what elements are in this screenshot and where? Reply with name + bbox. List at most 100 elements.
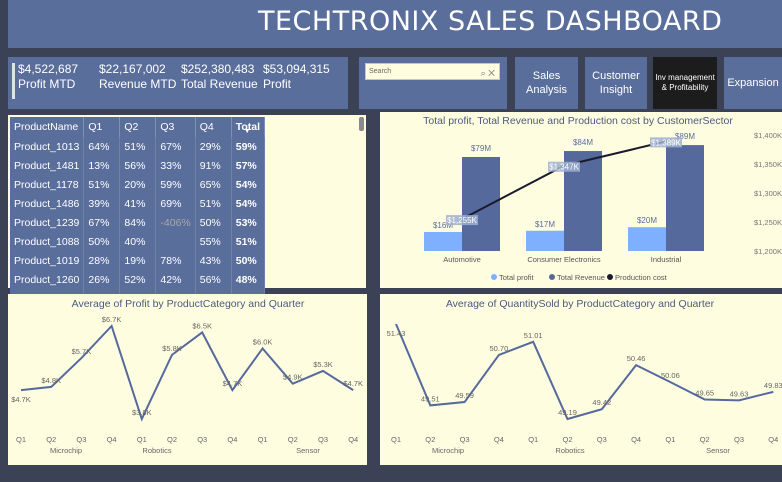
quarter-cell: 55% xyxy=(195,232,232,251)
kpi-profit: $53,094,315 Profit xyxy=(263,62,330,92)
quarter-cell: 42% xyxy=(155,270,196,289)
quarter-cell: 91% xyxy=(195,156,232,175)
table-row[interactable]: Product_1481 13% 56% 33% 91% 57% xyxy=(10,156,266,175)
x-tick-label: Q1 xyxy=(665,435,675,444)
kpi-label: Profit MTD xyxy=(18,77,76,91)
quarter-cell: 26% xyxy=(83,270,121,289)
total-cell: 48% xyxy=(231,270,266,289)
chart-title: Average of Profit by ProductCategory and… xyxy=(72,298,305,310)
x-tick-label: Q1 xyxy=(528,435,538,444)
y2-tick-label: $1,400K xyxy=(754,131,782,140)
table-row[interactable]: Product_1260 26% 52% 42% 56% 48% xyxy=(10,270,266,289)
x-tick-label: Q3 xyxy=(460,435,470,444)
data-label: $4.8K xyxy=(41,376,61,385)
data-label: $4.7K xyxy=(11,395,31,404)
nav-expansion-button[interactable]: Expansion xyxy=(724,57,782,109)
quarter-cell: 69% xyxy=(155,194,196,213)
sort-desc-icon: ▼ xyxy=(243,128,251,135)
quantity-line-chart-panel: Average of QuantitySold by ProductCatego… xyxy=(380,294,782,465)
product-name-cell: Product_1019 xyxy=(10,251,85,270)
kpi-card-group: $4,522,687 Profit MTD $22,167,002 Revenu… xyxy=(8,57,348,109)
quarter-cell: 39% xyxy=(83,194,121,213)
total-cell: 50% xyxy=(231,251,266,270)
x-tick-label: Q2 xyxy=(562,435,572,444)
data-label: $5.3K xyxy=(313,360,333,369)
search-clear-icon[interactable]: ⌕ ✕ xyxy=(481,66,495,81)
column-header-q2[interactable]: Q2 xyxy=(119,117,157,137)
x-tick-label: Q4 xyxy=(768,435,778,444)
bar-total-profit xyxy=(424,231,462,251)
table-row[interactable]: Product_1088 50% 40% 55% 51% xyxy=(10,232,266,251)
data-label: 50.06 xyxy=(661,371,680,380)
data-label: $6.0K xyxy=(253,337,273,346)
data-label: $4.7K xyxy=(223,379,243,388)
search-input[interactable]: Search ⌕ ✕ xyxy=(365,63,500,80)
table-row[interactable]: Product_1019 28% 19% 78% 43% 50% xyxy=(10,251,266,270)
data-label: 49.59 xyxy=(455,391,474,400)
data-label: 49.65 xyxy=(695,388,714,397)
search-placeholder: Search xyxy=(369,68,392,75)
quarter-cell: 41% xyxy=(119,194,157,213)
nav-inventory-profitability-button[interactable]: Inv management & Profitability xyxy=(653,57,717,109)
data-label: 51.01 xyxy=(524,331,543,340)
total-cell: 57% xyxy=(231,156,266,175)
nav-label: Sales Analysis xyxy=(526,70,567,96)
data-label: 51.43 xyxy=(387,329,406,338)
quarter-cell: 67% xyxy=(83,213,121,232)
quarter-cell: 13% xyxy=(83,156,121,175)
legend-label: Total Revenue xyxy=(557,273,605,282)
table-row[interactable]: Product_1486 39% 41% 69% 51% 54% xyxy=(10,194,266,213)
bar-label: $17M xyxy=(535,220,555,229)
table-scrollbar[interactable] xyxy=(359,117,364,131)
quarter-cell: 29% xyxy=(195,137,232,156)
legend-marker xyxy=(549,274,555,280)
quarter-cell: 51% xyxy=(119,137,157,156)
legend-label: Production cost xyxy=(615,273,668,282)
quarter-cell: 67% xyxy=(155,137,196,156)
column-header-q1[interactable]: Q1 xyxy=(83,117,121,137)
data-label: $4.9K xyxy=(283,373,303,382)
quarter-cell: 59% xyxy=(155,175,196,194)
quarter-cell: 50% xyxy=(195,213,232,232)
table-row[interactable]: Product_1013 64% 51% 67% 29% 59% xyxy=(10,137,266,156)
kpi-total-revenue: $252,380,483 Total Revenue xyxy=(181,62,258,92)
column-header-total[interactable]: Total ▼ xyxy=(231,117,266,137)
table-header-row: ProductName Q1 Q2 Q3 Q4 Total ▼ xyxy=(10,117,266,137)
search-panel: Search ⌕ ✕ xyxy=(359,57,507,109)
nav-sales-analysis-button[interactable]: Sales Analysis xyxy=(515,57,578,109)
x-tick-label: Q1 xyxy=(16,435,26,444)
data-label: 50.46 xyxy=(627,354,646,363)
product-name-cell: Product_1481 xyxy=(10,156,85,175)
x-tick-label: Q3 xyxy=(318,435,328,444)
y2-tick-label: $1,350K xyxy=(754,160,782,169)
column-header-productname[interactable]: ProductName xyxy=(10,117,85,137)
total-cell: 59% xyxy=(231,137,266,156)
x-tick-label: Q4 xyxy=(348,435,358,444)
x-tick-label: Q2 xyxy=(425,435,435,444)
kpi-label: Profit xyxy=(263,77,292,91)
profit-line-chart-panel: Average of Profit by ProductCategory and… xyxy=(8,294,367,465)
x-tick-label: Q4 xyxy=(227,435,237,444)
header-bar: TECHTRONIX SALES DASHBOARD xyxy=(8,0,782,48)
data-label: $6.7K xyxy=(102,315,122,324)
quarter-cell: 52% xyxy=(119,270,157,289)
column-header-q3[interactable]: Q3 xyxy=(155,117,196,137)
product-name-cell: Product_1178 xyxy=(10,175,85,194)
sector-combo-chart-panel: Total profit, Total Revenue and Producti… xyxy=(380,112,782,288)
kpi-value: $53,094,315 xyxy=(263,62,330,76)
bar-label: $84M xyxy=(573,138,593,147)
nav-customer-insight-button[interactable]: Customer Insight xyxy=(585,57,647,109)
product-name-cell: Product_1088 xyxy=(10,232,85,251)
quarter-cell: 65% xyxy=(195,175,232,194)
bar-label: $79M xyxy=(471,144,491,153)
kpi-value: $252,380,483 xyxy=(181,62,255,76)
x-tick-label: Q2 xyxy=(700,435,710,444)
table-row[interactable]: Product_1178 51% 20% 59% 65% 54% xyxy=(10,175,266,194)
quarter-cell: 51% xyxy=(195,194,232,213)
x-group-label: Robotics xyxy=(555,446,584,455)
quarter-cell: 50% xyxy=(83,232,121,251)
x-tick-label: Q2 xyxy=(167,435,177,444)
table-row[interactable]: Product_1239 67% 84% -406% 50% 53% xyxy=(10,213,266,232)
column-header-q4[interactable]: Q4 xyxy=(195,117,232,137)
quarter-cell: 84% xyxy=(119,213,157,232)
